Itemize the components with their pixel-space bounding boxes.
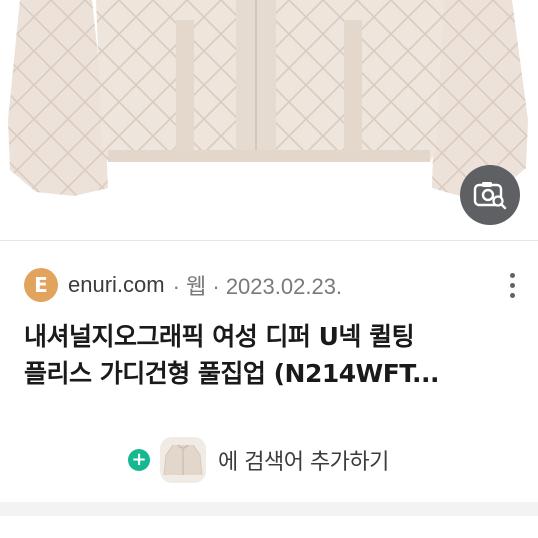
jacket-thumbnail-icon — [163, 444, 203, 476]
plus-circle-icon: + — [128, 449, 150, 471]
result-title[interactable]: 내셔널지오그래픽 여성 디퍼 U넥 퀼팅 플리스 가디건형 풀집업 (N214W… — [24, 318, 524, 392]
visual-search-icon — [473, 182, 507, 210]
more-vert-dot — [509, 282, 515, 288]
site-favicon: E — [24, 268, 58, 302]
result-title-line-1[interactable]: 내셔널지오그래픽 여성 디퍼 U넥 퀼팅 — [24, 318, 524, 355]
divider — [0, 240, 538, 241]
more-vert-icon — [509, 272, 515, 278]
more-options-button[interactable] — [500, 268, 524, 302]
visual-search-button[interactable] — [460, 165, 520, 225]
product-thumbnail — [160, 437, 206, 483]
product-image[interactable] — [0, 0, 538, 240]
add-to-search-row[interactable]: + 에 검색어 추가하기 — [128, 436, 389, 484]
more-vert-dot — [509, 292, 515, 298]
add-to-search-label[interactable]: 에 검색어 추가하기 — [218, 444, 389, 476]
result-meta: · 웹 · 2023.02.23. — [172, 274, 343, 299]
section-divider — [0, 502, 538, 516]
source-domain[interactable]: enuri.com — [68, 272, 165, 298]
result-source[interactable]: E enuri.com · 웹 · 2023.02.23. — [24, 266, 524, 304]
jacket-image — [8, 0, 528, 196]
result-title-line-2[interactable]: 플리스 가디건형 풀집업 (N214WFT... — [24, 355, 524, 392]
